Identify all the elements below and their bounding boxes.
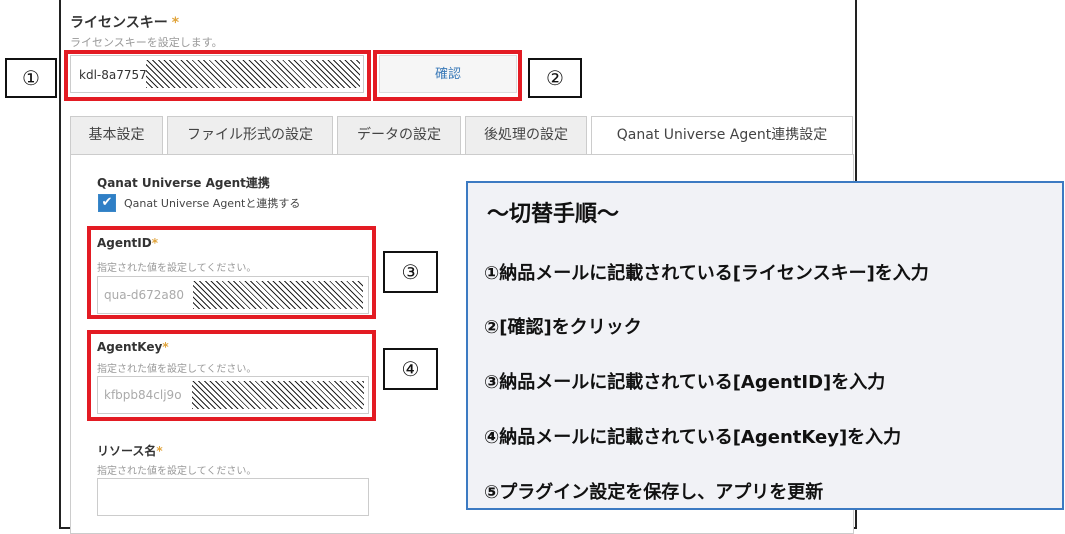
instruction-note: [466, 181, 1064, 510]
required-mark: *: [171, 15, 180, 31]
instruction-step-5: ⑤プラグイン設定を保存し、アプリを更新: [484, 482, 824, 503]
callout-4: ④: [383, 348, 438, 390]
checkmark-icon: ✔: [101, 195, 113, 210]
highlight-box-agent-key: [87, 330, 376, 421]
agent-link-checkbox[interactable]: ✔: [98, 194, 116, 212]
license-key-label: ライセンスキー *: [70, 15, 180, 31]
instruction-step-4: ④納品メールに記載されている[AgentKey]を入力: [484, 427, 902, 448]
resource-name-label: リソース名*: [97, 444, 163, 458]
instruction-step-3: ③納品メールに記載されている[AgentID]を入力: [484, 372, 886, 393]
resource-name-description: 指定された値を設定してください。: [97, 466, 257, 477]
license-key-description: ライセンスキーを設定します。: [70, 36, 223, 49]
tab-basic-settings[interactable]: 基本設定: [70, 116, 163, 154]
highlight-box-agent-id: [87, 226, 376, 319]
instruction-step-2: ②[確認]をクリック: [484, 317, 642, 338]
instruction-step-1: ①納品メールに記載されている[ライセンスキー]を入力: [484, 263, 929, 284]
resource-name-input[interactable]: [97, 478, 369, 516]
highlight-box-license: [64, 50, 371, 101]
highlight-box-confirm: [373, 50, 522, 101]
required-mark: *: [156, 444, 163, 458]
callout-3: ③: [383, 251, 438, 293]
tab-data-settings[interactable]: データの設定: [337, 116, 461, 154]
agent-section-title: Qanat Universe Agent連携: [97, 176, 270, 190]
instruction-title: ～切替手順～: [487, 202, 620, 227]
tab-post-processing[interactable]: 後処理の設定: [465, 116, 587, 154]
tab-qanat-agent[interactable]: Qanat Universe Agent連携設定: [591, 116, 853, 156]
tab-file-format[interactable]: ファイル形式の設定: [167, 116, 333, 154]
callout-2: ②: [528, 58, 582, 98]
agent-link-checkbox-label: Qanat Universe Agentと連携する: [124, 197, 301, 210]
callout-1: ①: [5, 58, 57, 98]
